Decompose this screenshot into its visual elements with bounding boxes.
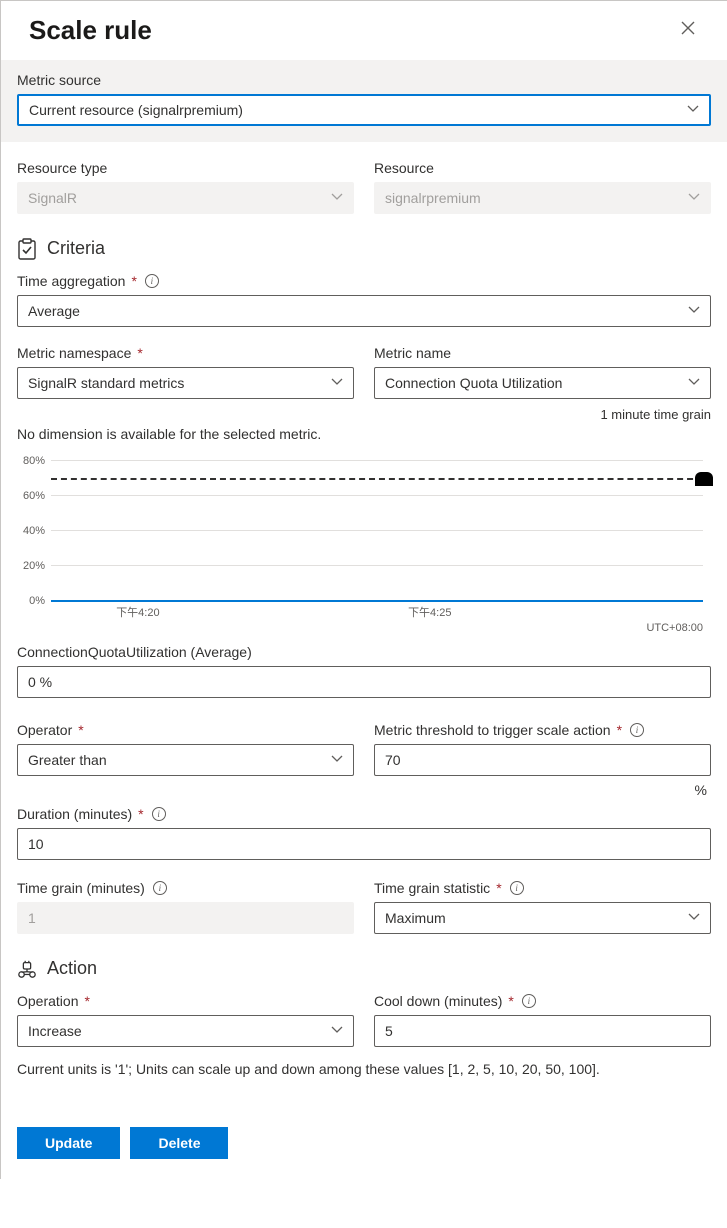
duration-input[interactable]: 10: [17, 828, 711, 860]
criteria-icon: [17, 239, 37, 259]
required-indicator: *: [137, 345, 142, 361]
threshold-handle[interactable]: [695, 472, 713, 486]
metric-chart: 80% 60% 40% 20% 0% 下午4:20 下午4:25 . UTC+0…: [17, 452, 711, 634]
resource-label: Resource: [374, 160, 711, 176]
close-icon: [681, 21, 695, 35]
threshold-unit: %: [374, 782, 711, 798]
time-aggregation-dropdown[interactable]: Average: [17, 295, 711, 327]
operator-value: Greater than: [28, 752, 107, 768]
criteria-title: Criteria: [47, 238, 105, 259]
resource-type-value: SignalR: [28, 190, 77, 206]
chevron-down-icon: [331, 190, 343, 206]
operator-dropdown[interactable]: Greater than: [17, 744, 354, 776]
delete-button[interactable]: Delete: [130, 1127, 228, 1159]
x-tick: 下午4:20: [116, 604, 159, 620]
chevron-down-icon: [688, 303, 700, 319]
close-button[interactable]: [677, 17, 699, 44]
time-grain-input: 1: [17, 902, 354, 934]
operation-label: Operation: [17, 993, 78, 1009]
time-aggregation-label: Time aggregation: [17, 273, 125, 289]
duration-label: Duration (minutes): [17, 806, 132, 822]
threshold-value: 70: [385, 752, 401, 768]
info-icon[interactable]: i: [510, 881, 524, 895]
chevron-down-icon: [331, 1023, 343, 1039]
duration-value: 10: [28, 836, 44, 852]
metric-source-label: Metric source: [17, 72, 711, 88]
time-grain-note: 1 minute time grain: [17, 407, 711, 422]
chevron-down-icon: [331, 375, 343, 391]
current-value-input[interactable]: 0 %: [17, 666, 711, 698]
required-indicator: *: [84, 993, 89, 1009]
update-button[interactable]: Update: [17, 1127, 120, 1159]
action-title: Action: [47, 958, 97, 979]
metric-source-dropdown[interactable]: Current resource (signalrpremium): [17, 94, 711, 126]
metric-namespace-dropdown[interactable]: SignalR standard metrics: [17, 367, 354, 399]
y-tick: 20%: [11, 560, 45, 572]
time-aggregation-value: Average: [28, 303, 80, 319]
chevron-down-icon: [688, 910, 700, 926]
metric-namespace-label: Metric namespace: [17, 345, 131, 361]
chevron-down-icon: [331, 752, 343, 768]
threshold-label: Metric threshold to trigger scale action: [374, 722, 611, 738]
y-tick: 0%: [11, 595, 45, 607]
time-grain-stat-value: Maximum: [385, 910, 446, 926]
resource-value: signalrpremium: [385, 190, 481, 206]
threshold-line[interactable]: [51, 478, 703, 480]
metric-name-label: Metric name: [374, 345, 711, 361]
required-indicator: *: [78, 722, 83, 738]
time-grain-stat-label: Time grain statistic: [374, 880, 490, 896]
chevron-down-icon: [687, 102, 699, 118]
info-icon[interactable]: i: [145, 274, 159, 288]
cooldown-input[interactable]: 5: [374, 1015, 711, 1047]
required-indicator: *: [617, 722, 622, 738]
resource-dropdown: signalrpremium: [374, 182, 711, 214]
chevron-down-icon: [688, 375, 700, 391]
metric-namespace-value: SignalR standard metrics: [28, 375, 184, 391]
operator-label: Operator: [17, 722, 72, 738]
info-icon[interactable]: i: [522, 994, 536, 1008]
operation-value: Increase: [28, 1023, 82, 1039]
action-icon: [17, 959, 37, 979]
required-indicator: *: [138, 806, 143, 822]
info-icon[interactable]: i: [152, 807, 166, 821]
resource-type-dropdown: SignalR: [17, 182, 354, 214]
time-grain-value: 1: [28, 910, 36, 926]
metric-name-dropdown[interactable]: Connection Quota Utilization: [374, 367, 711, 399]
y-tick: 60%: [11, 490, 45, 502]
chevron-down-icon: [688, 190, 700, 206]
required-indicator: *: [131, 273, 136, 289]
info-icon[interactable]: i: [630, 723, 644, 737]
data-series-line: [51, 600, 703, 602]
no-dimension-text: No dimension is available for the select…: [17, 426, 711, 442]
operation-dropdown[interactable]: Increase: [17, 1015, 354, 1047]
metric-source-value: Current resource (signalrpremium): [29, 102, 243, 118]
cooldown-value: 5: [385, 1023, 393, 1039]
cooldown-label: Cool down (minutes): [374, 993, 502, 1009]
required-indicator: *: [508, 993, 513, 1009]
required-indicator: *: [496, 880, 501, 896]
y-tick: 40%: [11, 525, 45, 537]
time-grain-label: Time grain (minutes): [17, 880, 145, 896]
info-icon[interactable]: i: [153, 881, 167, 895]
x-tick: 下午4:25: [408, 604, 451, 620]
time-grain-stat-dropdown[interactable]: Maximum: [374, 902, 711, 934]
threshold-input[interactable]: 70: [374, 744, 711, 776]
y-tick: 80%: [11, 455, 45, 467]
units-footnote: Current units is '1'; Units can scale up…: [17, 1061, 711, 1077]
current-value: 0 %: [28, 674, 52, 690]
resource-type-label: Resource type: [17, 160, 354, 176]
page-title: Scale rule: [29, 15, 152, 46]
metric-name-value: Connection Quota Utilization: [385, 375, 562, 391]
chart-caption: ConnectionQuotaUtilization (Average): [17, 644, 711, 660]
timezone-label: UTC+08:00: [17, 622, 703, 634]
